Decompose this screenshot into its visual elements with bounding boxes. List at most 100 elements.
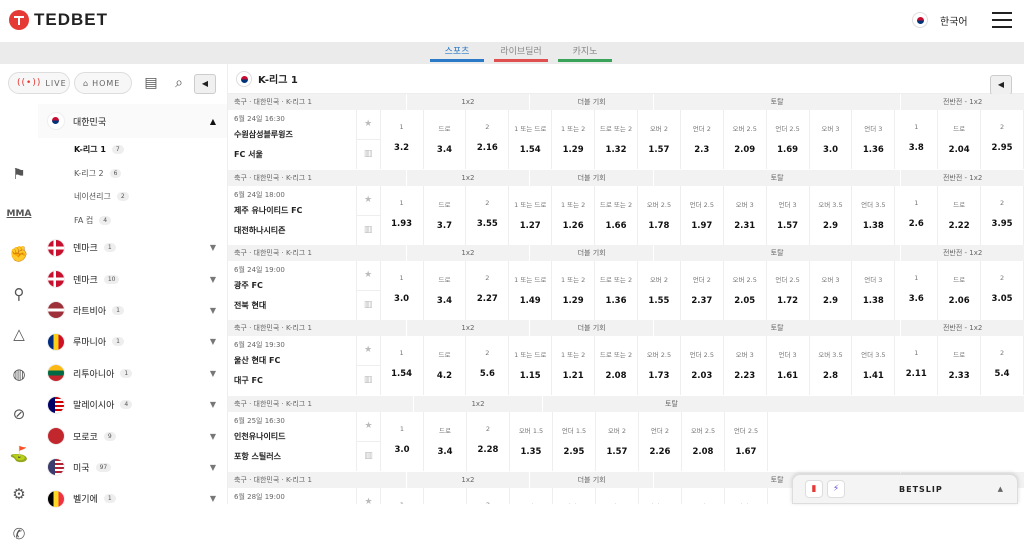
table-tennis-icon[interactable]: ⊘ xyxy=(0,394,38,434)
odds-button[interactable]: 오버 3.5 2.9 xyxy=(810,186,853,245)
country-denmark-2[interactable]: 덴마크 10 ▼ xyxy=(38,263,227,294)
odds-button[interactable]: 언더 2 2.37 xyxy=(681,261,724,320)
odds-button[interactable]: 1 1.93 xyxy=(381,186,424,245)
odds-button[interactable]: 언더 2.5 1.97 xyxy=(681,186,724,245)
odds-button[interactable]: 드로 xyxy=(424,488,467,504)
main-collapse-button[interactable]: ◀ xyxy=(990,75,1012,95)
odds-button[interactable]: 1 또는 드로 1.27 xyxy=(509,186,553,245)
odds-button[interactable]: 드로 3.7 xyxy=(424,186,467,245)
odds-button[interactable]: 드로 2.33 xyxy=(938,336,982,395)
odds-button[interactable]: 1 3.8 xyxy=(895,110,939,169)
search-icon[interactable]: ⌕ xyxy=(170,74,188,92)
odds-button[interactable]: 드로 4.2 xyxy=(424,336,467,395)
odds-button[interactable]: 1 3.6 xyxy=(895,261,939,320)
live-button[interactable]: ((•)) LIVE xyxy=(8,72,70,94)
odds-button[interactable]: 2 2.27 xyxy=(466,261,510,320)
odds-button[interactable]: 언더 3.5 1.41 xyxy=(852,336,896,395)
stats-icon[interactable]: ▥ xyxy=(357,442,380,472)
odds-button[interactable]: 언더 2 2.26 xyxy=(639,412,682,471)
favorite-star-icon[interactable]: ★ xyxy=(357,412,380,442)
odds-button[interactable]: 오버 3 3.0 xyxy=(810,110,853,169)
tennis-icon[interactable]: ⚲ xyxy=(0,274,38,314)
odds-button[interactable]: 1 또는 드로 1.15 xyxy=(509,336,553,395)
menu-icon[interactable] xyxy=(992,12,1012,28)
odds-button[interactable]: 1 2.11 xyxy=(895,336,939,395)
odds-button[interactable]: 2 3.55 xyxy=(466,186,510,245)
match-info[interactable]: 6월 24일 19:00 광주 FC 전북 현대 xyxy=(228,261,356,320)
tab-live-dealer[interactable]: 라이브딜러 xyxy=(494,42,548,62)
league-fa-cup[interactable]: FA 컵 4 xyxy=(38,209,227,233)
odds-button[interactable]: 오버 1.5 1.35 xyxy=(510,412,553,471)
odds-button[interactable]: 1 또는 드로 1.49 xyxy=(509,261,553,320)
odds-button[interactable]: 언더 3 1.36 xyxy=(852,110,896,169)
language-selector[interactable]: 한국어 xyxy=(912,12,968,28)
odds-button[interactable]: 1 3.2 xyxy=(381,110,424,169)
stats-icon[interactable]: ▥ xyxy=(357,366,380,396)
odds-button[interactable]: 드로 2.22 xyxy=(938,186,982,245)
country-romania[interactable]: 루마니아 1 ▼ xyxy=(38,326,227,357)
league-k-league-2[interactable]: K-리그 2 6 xyxy=(38,162,227,186)
match-info[interactable]: 6월 24일 16:30 수원삼성블루윙즈 FC 서울 xyxy=(228,110,356,169)
stats-icon[interactable]: ▥ xyxy=(357,291,380,321)
odds-button[interactable]: 2 3.05 xyxy=(981,261,1024,320)
stats-icon[interactable]: ▥ xyxy=(357,216,380,246)
favorite-star-icon[interactable]: ★ xyxy=(356,110,380,140)
odds-button[interactable]: 1 1.54 xyxy=(381,336,424,395)
odds-button[interactable]: 드로 또는 2 1.32 xyxy=(595,110,638,169)
odds-button[interactable]: 언더 3 1.38 xyxy=(852,261,896,320)
country-belgium[interactable]: 벨기에 1 ▼ xyxy=(38,483,227,514)
odds-button[interactable]: 드로 3.4 xyxy=(424,110,467,169)
odds-button[interactable]: 언더 2 xyxy=(553,488,596,504)
odds-button[interactable]: 드로 2.04 xyxy=(938,110,982,169)
odds-button[interactable]: 2 5.4 xyxy=(981,336,1024,395)
tab-casino[interactable]: 카지노 xyxy=(558,42,612,62)
odds-button[interactable]: 언더 1.5 2.95 xyxy=(553,412,596,471)
boxing-icon[interactable]: ✊ xyxy=(0,234,38,274)
odds-button[interactable]: 1 또는 2 1.21 xyxy=(552,336,596,395)
odds-button[interactable]: 언더 3 1.61 xyxy=(767,336,810,395)
country-denmark[interactable]: 덴마크 1 ▼ xyxy=(38,232,227,263)
lightning-icon[interactable]: ⚡ xyxy=(827,480,845,498)
megaphone-icon[interactable]: ✆ xyxy=(0,514,38,554)
odds-button[interactable]: 언더 2.5 xyxy=(639,488,682,504)
soccer-icon[interactable] xyxy=(0,104,38,154)
odds-button[interactable]: 오버 2 xyxy=(510,488,553,504)
country-usa[interactable]: 미국 97 ▼ xyxy=(38,452,227,483)
betslip-icon[interactable]: ▮ xyxy=(805,480,823,498)
odds-button[interactable]: 2 3.95 xyxy=(981,186,1024,245)
odds-button[interactable]: 2 2.28 xyxy=(467,412,510,471)
country-latvia[interactable]: 라트비아 1 ▼ xyxy=(38,295,227,326)
league-k-league-1[interactable]: K-리그 1 7 xyxy=(38,138,227,162)
odds-button[interactable]: 1 또는 2 1.29 xyxy=(552,110,596,169)
tab-sports[interactable]: 스포츠 xyxy=(430,42,484,62)
odds-button[interactable]: 언더 2.5 1.67 xyxy=(725,412,768,471)
odds-button[interactable]: 1 3.0 xyxy=(381,261,424,320)
stats-icon[interactable]: ▥ xyxy=(357,140,380,170)
odds-button[interactable]: 오버 2 1.57 xyxy=(638,110,681,169)
favorite-star-icon[interactable]: ★ xyxy=(356,261,380,291)
odds-button[interactable]: 오버 3 2.23 xyxy=(724,336,767,395)
odds-button[interactable]: 1 또는 2 1.29 xyxy=(552,261,596,320)
betslip-bar[interactable]: ▮ ⚡ BETSLIP ▲ xyxy=(792,474,1018,504)
odds-button[interactable]: 오버 3 2.31 xyxy=(724,186,767,245)
odds-button[interactable]: 1 또는 2 1.26 xyxy=(552,186,596,245)
odds-button[interactable]: 드로 2.06 xyxy=(938,261,982,320)
sidebar-collapse-button[interactable]: ◀ xyxy=(194,74,216,94)
league-nations-league[interactable]: 네이션리그 2 xyxy=(38,185,227,209)
favorite-star-icon[interactable]: ★ xyxy=(356,336,380,366)
odds-button[interactable]: 오버 2.5 2.08 xyxy=(682,412,725,471)
odds-button[interactable]: 언더 3.5 1.38 xyxy=(852,186,896,245)
volleyball-icon[interactable]: ◍ xyxy=(0,354,38,394)
racing-flag-icon[interactable]: ⚑ xyxy=(0,154,38,194)
betslip-list-icon[interactable]: ▤ xyxy=(142,74,160,92)
odds-button[interactable]: 오버 3 xyxy=(682,488,725,504)
odds-button[interactable]: 2 2.16 xyxy=(466,110,510,169)
odds-button[interactable]: 1 3.0 xyxy=(381,412,424,471)
odds-button[interactable]: 오버 2 1.55 xyxy=(638,261,681,320)
odds-button[interactable]: 오버 2.5 1.73 xyxy=(638,336,681,395)
logo[interactable]: TEDBET xyxy=(9,10,108,30)
odds-button[interactable]: 오버 2.5 xyxy=(596,488,639,504)
odds-button[interactable]: 언더 2.5 2.03 xyxy=(681,336,724,395)
odds-button[interactable]: 1 또는 드로 1.54 xyxy=(509,110,553,169)
odds-button[interactable]: 드로 또는 2 2.08 xyxy=(595,336,638,395)
